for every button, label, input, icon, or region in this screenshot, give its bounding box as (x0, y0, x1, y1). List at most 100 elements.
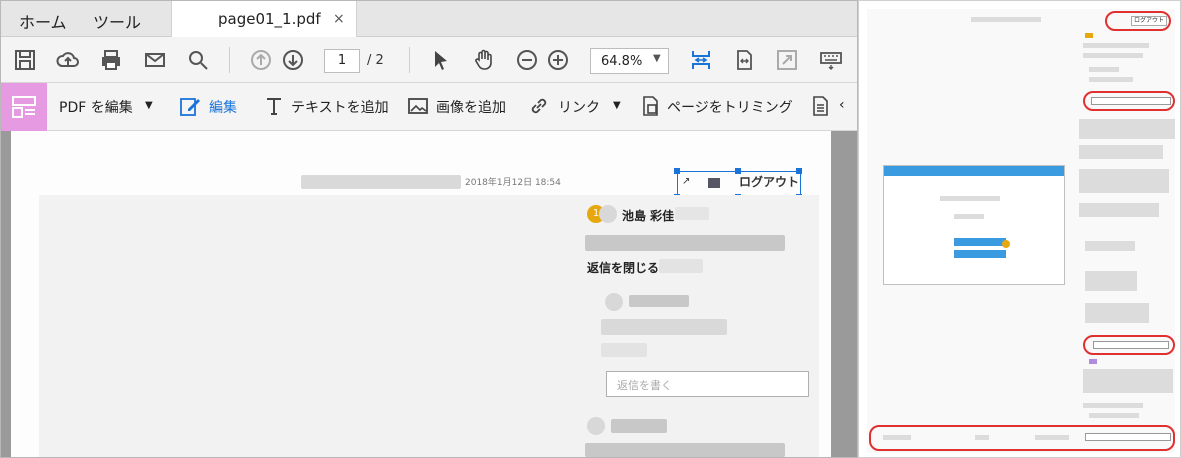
thumb-text (1079, 169, 1169, 193)
toolbar-divider (409, 47, 410, 73)
thumb-text (1083, 43, 1149, 48)
edit-button[interactable]: 編集 (209, 97, 237, 117)
thumb-footer-text (883, 435, 911, 440)
preview-button (954, 250, 1006, 258)
pdf-page: 2018年1月12日 18:54 ↗ ログアウト 1 池島 彩佳 返信を閉じる (11, 131, 831, 457)
thumb-text (1089, 67, 1119, 72)
hand-tool-icon[interactable] (472, 48, 496, 72)
close-icon[interactable]: × (333, 11, 345, 27)
add-text-button[interactable]: テキストを追加 (291, 97, 389, 117)
avatar (599, 205, 617, 223)
full-screen-icon[interactable] (775, 48, 799, 72)
select-arrow-icon[interactable] (429, 48, 453, 72)
zoom-out-icon[interactable] (515, 48, 539, 72)
thumb-text (1089, 413, 1139, 418)
blurred-text (611, 419, 667, 433)
reply-placeholder: 返信を書く (617, 379, 672, 392)
caret-down-icon[interactable]: ▼ (613, 100, 621, 111)
page-down-icon[interactable] (281, 48, 305, 72)
add-image-button[interactable]: 画像を追加 (436, 97, 506, 117)
thumb-text (1083, 369, 1173, 393)
blurred-text (601, 343, 647, 357)
thumb-reply-input (1091, 97, 1171, 105)
thumb-footer-text (975, 435, 989, 440)
blurred-text (601, 319, 727, 335)
thumb-footer-text (1035, 435, 1069, 440)
logout-link[interactable]: ログアウト (739, 173, 799, 190)
thumb-text (1083, 53, 1143, 58)
document-viewer[interactable]: 2018年1月12日 18:54 ↗ ログアウト 1 池島 彩佳 返信を閉じる (1, 131, 857, 457)
search-icon[interactable] (186, 48, 210, 72)
thumb-badge (1089, 359, 1097, 364)
panel-icon (12, 96, 36, 118)
blurred-text (629, 295, 689, 307)
blurred-text (659, 259, 703, 273)
thumb-text (1083, 403, 1143, 408)
main-toolbar: 1 / 2 64.8% ▼ (1, 37, 857, 83)
document-tab-label: page01_1.pdf (218, 10, 321, 28)
edit-pdf-toolbar: PDF を編集 ▼ 編集 テキストを追加 画像を追加 リンク ▼ ページをトリミ… (1, 83, 857, 131)
preview-text (954, 214, 984, 219)
thumb-text (1089, 77, 1133, 82)
edit-pdf-menu[interactable]: PDF を編集 (59, 97, 133, 117)
chat-icon (708, 178, 720, 188)
tab-document[interactable]: page01_1.pdf × (171, 1, 357, 37)
image-icon[interactable] (407, 95, 429, 117)
thumb-badge (1085, 33, 1093, 38)
cloud-upload-icon[interactable] (56, 48, 80, 72)
caret-down-icon[interactable]: ▼ (145, 100, 153, 111)
avatar (587, 417, 605, 435)
link-button[interactable]: リンク (558, 97, 600, 117)
page-up-icon[interactable] (249, 48, 273, 72)
thumb-text (1085, 241, 1135, 251)
preview-dot (1002, 240, 1010, 248)
chevron-down-icon: ▼ (653, 53, 661, 64)
acrobat-window: ホーム ツール page01_1.pdf × 1 / 2 64.8% ▼ PDF… (0, 0, 858, 458)
thumb-logout: ログアウト (1131, 16, 1168, 26)
date-header: 2018年1月12日 18:54 (465, 178, 561, 188)
thumb-text (1079, 145, 1163, 159)
resize-handle[interactable] (674, 168, 680, 174)
zoom-select[interactable]: 64.8% ▼ (590, 48, 669, 74)
keyboard-icon[interactable] (819, 48, 843, 72)
zoom-in-icon[interactable] (546, 48, 570, 72)
blurred-text (585, 235, 785, 251)
fit-page-icon[interactable] (732, 48, 756, 72)
avatar (605, 293, 623, 311)
print-icon[interactable] (99, 48, 123, 72)
save-icon[interactable] (13, 48, 37, 72)
mail-icon[interactable] (143, 48, 167, 72)
thumb-header-text (971, 17, 1041, 22)
page-number-input[interactable]: 1 (324, 49, 360, 73)
tab-bar: ホーム ツール page01_1.pdf × (1, 1, 857, 37)
preview-header-bar (884, 166, 1064, 176)
edit-panel-toggle[interactable] (1, 83, 47, 131)
fit-width-icon[interactable] (689, 48, 713, 72)
more-label: ‹ (839, 97, 845, 113)
preview-text (940, 196, 1000, 201)
thumb-text (1079, 203, 1159, 217)
reply-input[interactable]: 返信を書く (606, 371, 809, 397)
edit-pencil-icon[interactable] (179, 95, 201, 117)
tab-tools[interactable]: ツール (93, 9, 141, 33)
thumb-preview-image (883, 165, 1065, 285)
thumbnail-page: ログアウト (867, 9, 1175, 453)
document-icon[interactable] (809, 95, 831, 117)
user-name: 池島 彩佳 (622, 209, 675, 223)
close-reply-link[interactable]: 返信を閉じる (587, 259, 659, 276)
page-total: / 2 (367, 53, 384, 68)
thumb-text (1085, 271, 1137, 291)
page-thumbnail[interactable]: ログアウト (858, 0, 1181, 458)
blurred-text (585, 443, 785, 457)
link-icon[interactable] (528, 95, 550, 117)
crop-page-button[interactable]: ページをトリミング (667, 97, 793, 117)
crop-page-icon[interactable] (639, 95, 661, 117)
preview-button (954, 238, 1006, 246)
tab-home[interactable]: ホーム (19, 9, 67, 33)
toolbar-divider (229, 47, 230, 73)
text-tool-icon[interactable] (263, 95, 285, 117)
zoom-value: 64.8% (601, 54, 643, 69)
expand-icon: ↗ (682, 176, 691, 187)
thumb-text (1079, 119, 1175, 139)
blurred-text (301, 175, 461, 189)
